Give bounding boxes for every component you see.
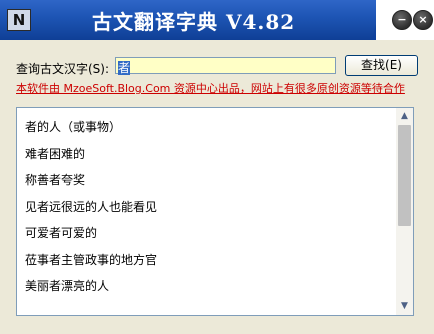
minimize-button[interactable]: − — [392, 10, 412, 30]
list-item[interactable]: 见者远很远的人也能看见 — [25, 198, 157, 225]
list-item[interactable]: 者的人（或事物） — [25, 118, 157, 145]
query-label: 查询古文汉字(S): — [16, 62, 110, 76]
window-title: 古文翻译字典 V4.82 — [92, 10, 296, 34]
search-button[interactable]: 查找(E) — [345, 55, 418, 76]
query-input[interactable]: 者 — [115, 57, 336, 75]
vertical-scrollbar[interactable]: ▲ ▼ — [396, 108, 413, 315]
title-bar: N 古文翻译字典 V4.82 − × — [0, 0, 434, 40]
list-item[interactable]: 可爱者可爱的 — [25, 224, 157, 251]
app-logo-icon: N — [7, 9, 31, 31]
close-button[interactable]: × — [413, 10, 433, 30]
scroll-down-icon[interactable]: ▼ — [396, 298, 413, 315]
list-item[interactable]: 难者困难的 — [25, 145, 157, 172]
list-item[interactable]: 美丽者漂亮的人 — [25, 277, 157, 304]
results-list[interactable]: 者的人（或事物） 难者困难的 称善者夸奖 见者远很远的人也能看见 可爱者可爱的 … — [16, 107, 414, 316]
scroll-thumb[interactable] — [398, 125, 411, 226]
list-item[interactable]: 莅事者主管政事的地方官 — [25, 251, 157, 278]
scroll-up-icon[interactable]: ▲ — [396, 108, 413, 125]
query-input-value: 者 — [118, 61, 131, 75]
list-item[interactable]: 称善者夸奖 — [25, 171, 157, 198]
notice-link[interactable]: 本软件由 MzoeSoft.Blog.Com 资源中心出品，网站上有很多原创资源… — [16, 80, 434, 95]
